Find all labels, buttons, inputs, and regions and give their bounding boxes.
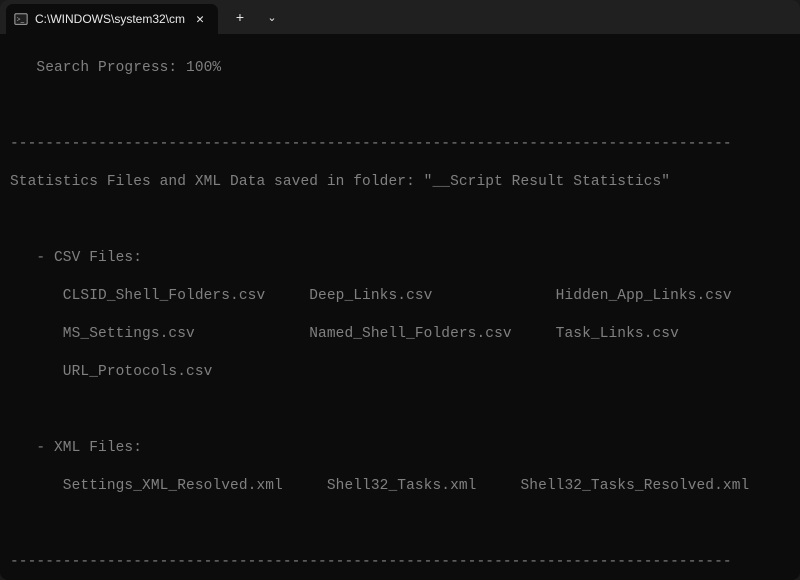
titlebar: >_ C:\WINDOWS\system32\cmd. ✕ + ⌄ — [0, 0, 800, 34]
xml-label: - XML Files: — [10, 439, 798, 458]
divider: ----------------------------------------… — [10, 135, 798, 154]
tab-dropdown-button[interactable]: ⌄ — [256, 2, 288, 32]
terminal-window: >_ C:\WINDOWS\system32\cmd. ✕ + ⌄ Search… — [0, 0, 800, 580]
csv-line: CLSID_Shell_Folders.csv Deep_Links.csv H… — [10, 287, 798, 306]
xml-line: Settings_XML_Resolved.xml Shell32_Tasks.… — [10, 477, 798, 496]
csv-line: MS_Settings.csv Named_Shell_Folders.csv … — [10, 325, 798, 344]
cmd-icon: >_ — [14, 12, 28, 26]
new-tab-button[interactable]: + — [224, 2, 256, 32]
svg-text:>_: >_ — [17, 16, 25, 24]
csv-line: URL_Protocols.csv — [10, 363, 798, 382]
tab-title: C:\WINDOWS\system32\cmd. — [35, 12, 185, 26]
titlebar-buttons: + ⌄ — [224, 0, 288, 34]
tab-cmd[interactable]: >_ C:\WINDOWS\system32\cmd. ✕ — [6, 4, 218, 34]
progress-line: Search Progress: 100% — [10, 59, 798, 78]
terminal-output[interactable]: Search Progress: 100% ------------------… — [0, 34, 800, 580]
tab-close-button[interactable]: ✕ — [192, 11, 208, 27]
divider: ----------------------------------------… — [10, 553, 798, 572]
stats-header: Statistics Files and XML Data saved in f… — [10, 173, 798, 192]
csv-label: - CSV Files: — [10, 249, 798, 268]
